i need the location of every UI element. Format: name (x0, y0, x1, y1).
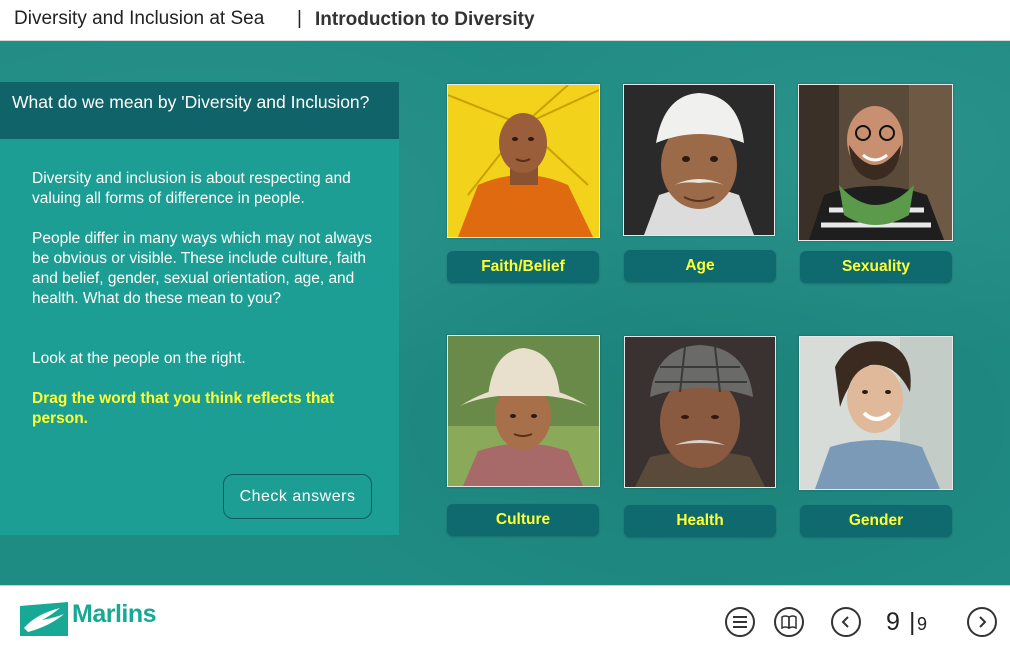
check-answers-button[interactable]: Check answers (223, 474, 372, 519)
course-title: Diversity and Inclusion at Sea (14, 8, 265, 29)
next-button[interactable] (967, 607, 997, 637)
page-separator: | (909, 608, 916, 636)
title-separator: | (297, 8, 302, 29)
question-title: What do we mean by 'Diversity and Inclus… (12, 92, 370, 112)
label-sexuality[interactable]: Sexuality (800, 251, 952, 283)
menu-button[interactable] (725, 607, 755, 637)
look-paragraph: Look at the people on the right. (32, 350, 246, 367)
previous-button[interactable] (831, 607, 861, 637)
title-bar: Diversity and Inclusion at Sea | Introdu… (0, 0, 1010, 41)
label-gender[interactable]: Gender (800, 505, 952, 537)
intro-paragraph: Diversity and inclusion is about respect… (32, 170, 351, 207)
glossary-button[interactable] (774, 607, 804, 637)
instruction-text: Drag the word that you think reflects th… (32, 390, 335, 427)
label-age[interactable]: Age (624, 250, 776, 282)
photo-monk[interactable] (447, 84, 600, 238)
label-health[interactable]: Health (624, 505, 776, 537)
question-header: What do we mean by 'Diversity and Inclus… (0, 82, 399, 139)
label-faith-belief[interactable]: Faith/Belief (447, 251, 599, 283)
photo-elderly-man-cap[interactable] (624, 336, 776, 488)
next-arrow-icon (979, 616, 987, 628)
previous-arrow-icon (841, 616, 849, 628)
glossary-book-icon (781, 615, 797, 629)
page-total: 9 (917, 614, 928, 634)
photo-smiling-woman[interactable] (799, 336, 953, 490)
footer-bar: Marlins 9 | 9 (0, 585, 1010, 651)
photo-woman-straw-hat[interactable] (447, 335, 600, 487)
page-current: 9 (886, 608, 900, 636)
menu-icon (733, 616, 747, 628)
photo-bearded-man-glasses[interactable] (798, 84, 953, 241)
differences-paragraph: People differ in many ways which may not… (32, 230, 373, 307)
photo-elderly-turban-man[interactable] (623, 84, 775, 236)
label-culture[interactable]: Culture (447, 504, 599, 536)
module-title: Introduction to Diversity (315, 9, 535, 30)
brand-name: Marlins (72, 600, 157, 628)
